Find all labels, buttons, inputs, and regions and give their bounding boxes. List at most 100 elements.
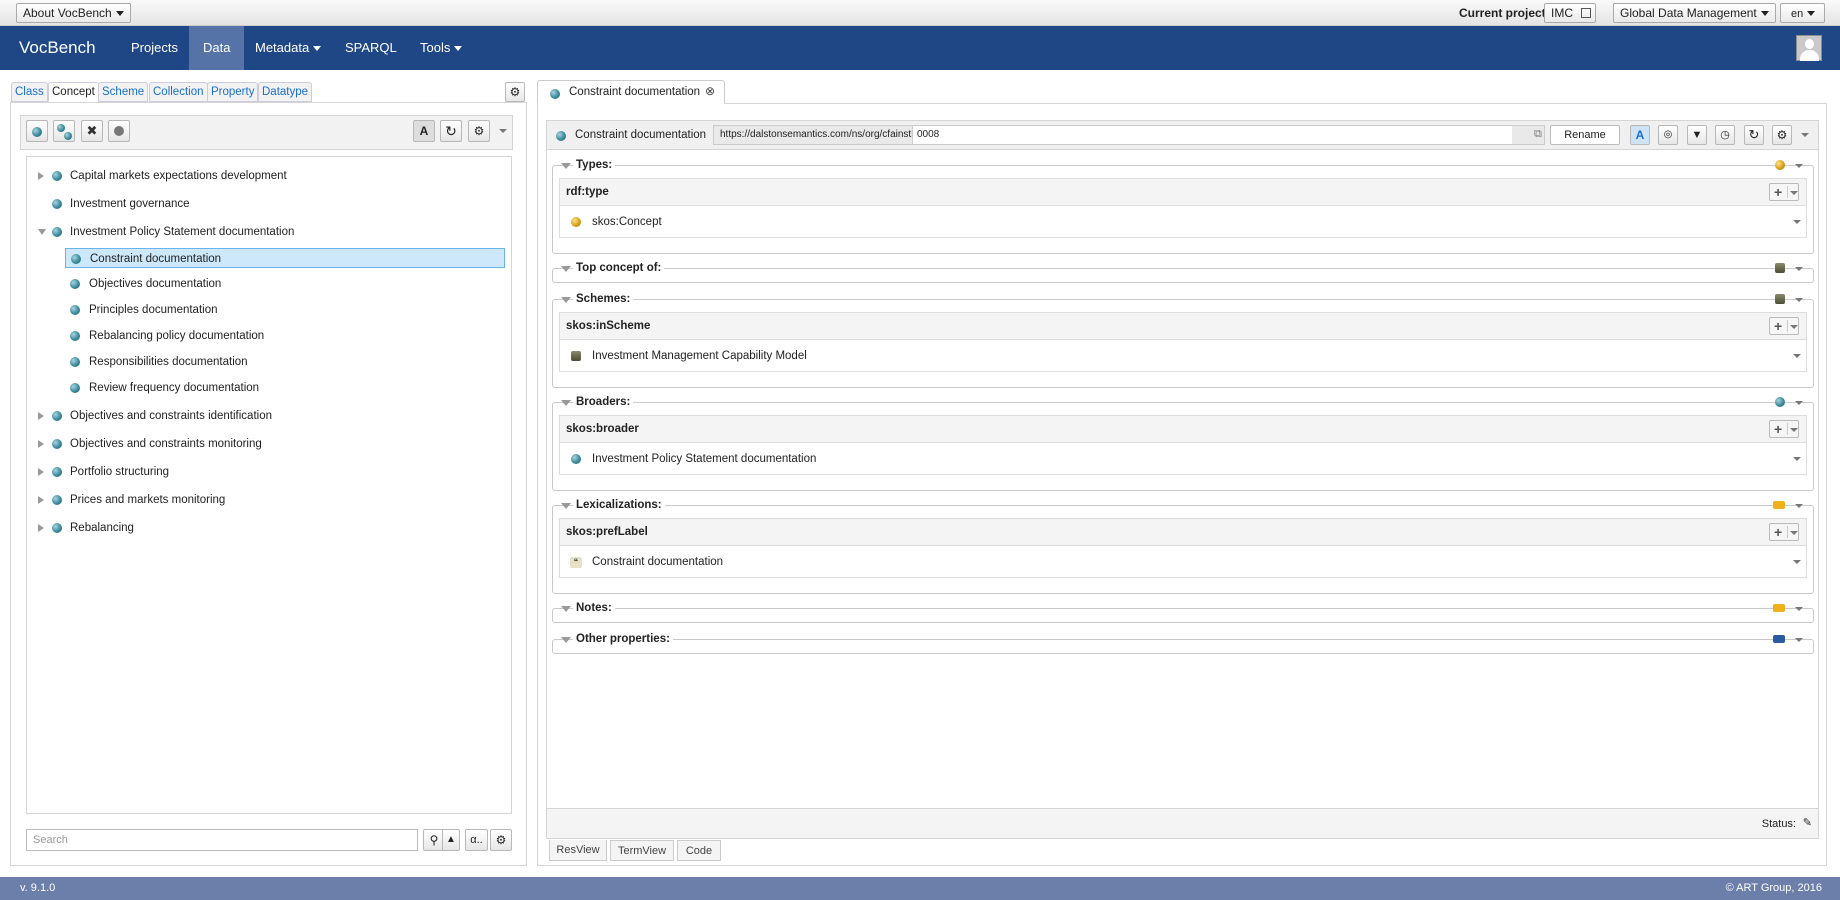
- nav-sparql[interactable]: SPARQL: [331, 26, 411, 70]
- brand-logo[interactable]: VocBench: [19, 38, 96, 58]
- nav-metadata[interactable]: Metadata: [241, 26, 335, 70]
- collapse-icon[interactable]: [561, 400, 571, 406]
- tab-class[interactable]: Class: [11, 82, 48, 102]
- top-concept-section: Top concept of:: [552, 261, 1814, 283]
- collapse-icon[interactable]: [561, 297, 571, 303]
- add-value-button[interactable]: +: [1769, 523, 1799, 541]
- about-vocbench-dropdown[interactable]: About VocBench: [16, 3, 131, 23]
- chevron-down-icon[interactable]: [1795, 401, 1803, 405]
- collapse-icon[interactable]: [561, 606, 571, 612]
- chevron-down-icon[interactable]: [1793, 220, 1801, 224]
- add-type-icon[interactable]: [1775, 160, 1785, 170]
- settings-gear-icon[interactable]: ⚙: [1772, 125, 1792, 145]
- expand-icon[interactable]: [38, 412, 44, 420]
- history-clock-icon[interactable]: ◷: [1715, 125, 1735, 145]
- project-selector[interactable]: IMC: [1544, 3, 1596, 23]
- nav-data[interactable]: Data: [189, 26, 245, 70]
- settings-gear-icon[interactable]: ⚙: [468, 120, 490, 142]
- broaders-section: Broaders: skos:broader + Investment Poli…: [552, 395, 1814, 491]
- chevron-down-icon[interactable]: [1801, 133, 1809, 137]
- add-value-button[interactable]: +: [1769, 183, 1799, 201]
- remove-icon[interactable]: [108, 120, 130, 142]
- add-note-icon[interactable]: [1773, 604, 1785, 612]
- collapse-icon[interactable]: [561, 163, 571, 169]
- add-broader-icon[interactable]: [1775, 397, 1785, 407]
- add-scheme-icon[interactable]: [1775, 263, 1785, 273]
- tree-item-label: Constraint documentation: [90, 253, 222, 265]
- search-input[interactable]: Search: [26, 829, 418, 851]
- workspace-dropdown[interactable]: Global Data Management: [1613, 3, 1776, 23]
- tree-item-label: Investment governance: [70, 198, 190, 210]
- search-settings-gear-icon[interactable]: ⚙: [490, 829, 512, 851]
- tab-concept[interactable]: Concept: [48, 82, 99, 102]
- property-value[interactable]: “ Constraint documentation: [559, 546, 1807, 578]
- copy-icon[interactable]: ⧉: [1534, 128, 1542, 141]
- add-label-icon[interactable]: [1773, 501, 1785, 509]
- collapse-icon[interactable]: [38, 229, 46, 235]
- chevron-down-icon: [454, 46, 463, 52]
- property-value[interactable]: Investment Policy Statement documentatio…: [559, 443, 1807, 475]
- expand-icon[interactable]: [38, 524, 44, 532]
- section-title: Notes:: [573, 601, 615, 616]
- tab-resview[interactable]: ResView: [549, 840, 607, 861]
- create-narrower-icon[interactable]: [53, 120, 75, 142]
- nav-projects[interactable]: Projects: [117, 26, 192, 70]
- chevron-down-icon[interactable]: [1795, 267, 1803, 271]
- gear-icon[interactable]: ⚙: [505, 82, 525, 102]
- chevron-down-icon[interactable]: [1793, 457, 1801, 461]
- chevron-down-icon[interactable]: [1793, 560, 1801, 564]
- delete-concept-icon[interactable]: ✖: [81, 120, 103, 142]
- types-section: Types: rdf:type + skos:Concept: [552, 158, 1814, 254]
- rendering-toggle-icon[interactable]: A: [1630, 125, 1650, 145]
- refresh-icon[interactable]: ↻: [440, 120, 462, 142]
- tab-datatype[interactable]: Datatype: [258, 82, 313, 102]
- tab-collection[interactable]: Collection: [149, 82, 208, 102]
- expand-icon[interactable]: [38, 172, 44, 180]
- collapse-icon[interactable]: [561, 266, 571, 272]
- chevron-down-icon[interactable]: [1795, 164, 1803, 168]
- copyright-label: © ART Group, 2016: [1725, 882, 1822, 894]
- nav-tools[interactable]: Tools: [406, 26, 476, 70]
- chevron-down-icon[interactable]: [1795, 504, 1803, 508]
- resource-tab[interactable]: Constraint documentation ⊗: [537, 80, 725, 104]
- language-select[interactable]: en: [1780, 3, 1825, 23]
- tab-termview[interactable]: TermView: [610, 840, 674, 861]
- expand-icon[interactable]: [38, 440, 44, 448]
- property-value[interactable]: skos:Concept: [559, 206, 1807, 238]
- tree-item-label: Rebalancing: [70, 522, 134, 534]
- collapse-icon[interactable]: [561, 503, 571, 509]
- tab-property[interactable]: Property: [207, 82, 259, 102]
- tree-item[interactable]: Constraint documentation: [65, 248, 505, 268]
- search-up-icon[interactable]: ▲: [442, 829, 460, 851]
- property-value[interactable]: Investment Management Capability Model: [559, 340, 1807, 372]
- collapse-icon[interactable]: [561, 637, 571, 643]
- add-value-button[interactable]: +: [1769, 420, 1799, 438]
- chevron-down-icon[interactable]: [1793, 354, 1801, 358]
- add-property-icon[interactable]: [1773, 635, 1785, 643]
- tab-code[interactable]: Code: [677, 840, 721, 861]
- search-mode-button[interactable]: α..: [465, 829, 488, 851]
- add-scheme-icon[interactable]: [1775, 294, 1785, 304]
- expand-icon[interactable]: [38, 496, 44, 504]
- resource-iri-field[interactable]: https://dalstonsemantics.com/ns/org/cfai…: [713, 125, 1545, 145]
- rename-button[interactable]: Rename: [1550, 125, 1620, 145]
- chevron-down-icon[interactable]: [499, 129, 507, 133]
- rendering-toggle-icon[interactable]: A: [413, 120, 435, 142]
- tab-scheme[interactable]: Scheme: [98, 82, 149, 102]
- resource-header: Constraint documentation https://dalston…: [546, 120, 1819, 150]
- expand-icon[interactable]: [38, 468, 44, 476]
- filter-icon[interactable]: ▼: [1687, 125, 1707, 145]
- concept-icon: [52, 171, 62, 181]
- user-avatar-icon[interactable]: [1796, 35, 1822, 61]
- add-value-button[interactable]: +: [1769, 317, 1799, 335]
- close-tab-icon[interactable]: ⊗: [705, 84, 715, 98]
- chevron-down-icon[interactable]: [1795, 298, 1803, 302]
- other-properties-section: Other properties:: [552, 632, 1814, 654]
- tree-item-label: Capital markets expectations development: [70, 170, 287, 182]
- hide-inferred-icon[interactable]: ◎: [1658, 125, 1678, 145]
- chevron-down-icon[interactable]: [1795, 607, 1803, 611]
- concept-icon: [70, 331, 80, 341]
- create-concept-icon[interactable]: [26, 120, 48, 142]
- refresh-icon[interactable]: ↻: [1744, 125, 1764, 145]
- chevron-down-icon[interactable]: [1795, 638, 1803, 642]
